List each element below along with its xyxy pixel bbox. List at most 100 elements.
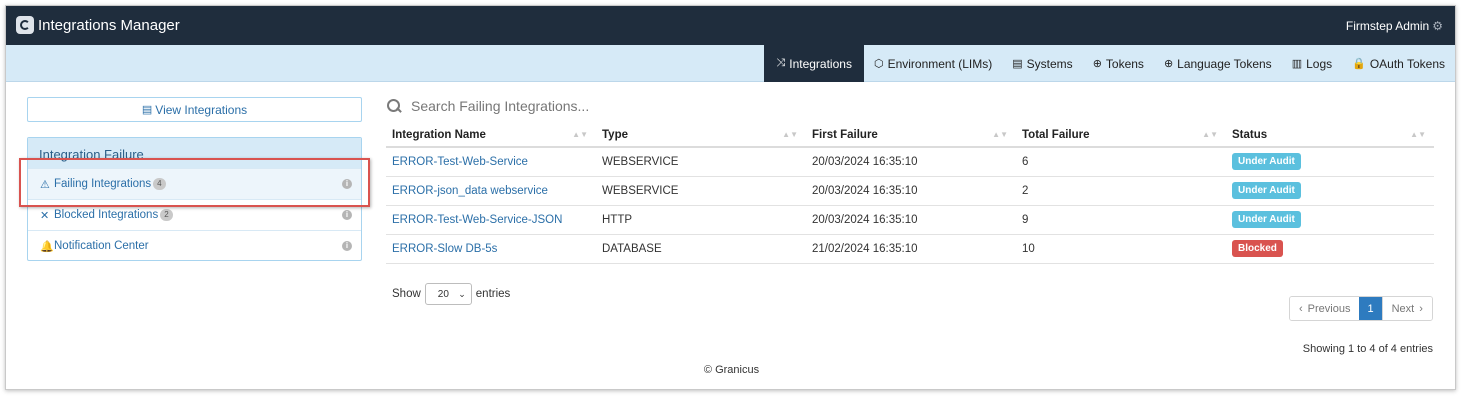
cube-icon: ⬡: [873, 58, 884, 70]
sidebar-item-notification-center[interactable]: 🔔 Notification Center i: [28, 230, 361, 260]
integration-link[interactable]: ERROR-Test-Web-Service: [392, 156, 528, 168]
nav-item-environment-lims[interactable]: ⬡ Environment (LIMs): [864, 45, 1002, 82]
column-header-total-failure[interactable]: Total Failure ▲▼: [1016, 124, 1226, 148]
lock-icon: 🔒: [1352, 58, 1366, 70]
total-cell: 10: [1016, 234, 1226, 264]
view-integrations-label: View Integrations: [155, 102, 248, 117]
pagination: ‹ Previous 1 Next ›: [1289, 296, 1433, 321]
count-badge: 4: [153, 178, 166, 190]
integration-name-cell: ERROR-Test-Web-Service-JSON: [386, 205, 596, 235]
sort-icon[interactable]: ▲▼: [782, 130, 798, 139]
column-header-label: First Failure: [812, 129, 878, 141]
bell-icon: 🔔: [40, 240, 54, 253]
nav-item-label: Language Tokens: [1177, 56, 1272, 71]
table-row: ERROR-json_data webservice WEBSERVICE 20/0…: [386, 176, 1434, 206]
type-cell: HTTP: [596, 205, 806, 235]
nav-item-label: Integrations: [789, 56, 852, 71]
column-header-type[interactable]: Type ▲▼: [596, 124, 806, 148]
page-length-select[interactable]: 20 ⌄: [424, 283, 472, 305]
first-failure-cell: 20/03/2024 16:35:10: [806, 147, 1016, 177]
integration-name-cell: ERROR-json_data webservice: [386, 176, 596, 206]
nav-item-language-tokens[interactable]: ⊕ Language Tokens: [1154, 45, 1282, 82]
nav-item-label: Systems: [1026, 56, 1073, 71]
total-cell: 6: [1016, 147, 1226, 177]
granicus-logo-icon: [16, 16, 34, 34]
sidebar-item-failing-integrations[interactable]: ⚠ Failing Integrations 4 i: [28, 168, 361, 199]
nav-item-oauth-tokens[interactable]: 🔒 OAuth Tokens: [1342, 45, 1455, 82]
info-icon[interactable]: i: [342, 241, 352, 251]
first-failure-cell: 20/03/2024 16:35:10: [806, 205, 1016, 235]
type-cell: WEBSERVICE: [596, 176, 806, 206]
status-badge: Blocked: [1232, 240, 1283, 257]
sidebar-item-label: Failing Integrations: [54, 178, 152, 190]
footer-copyright: © Granicus: [703, 364, 760, 376]
chevron-left-icon: ‹: [1299, 302, 1303, 315]
total-cell: 2: [1016, 176, 1226, 206]
sidebar-item-label: Notification Center: [54, 240, 149, 252]
column-header-label: Total Failure: [1022, 129, 1090, 141]
nav-item-systems[interactable]: ▤ Systems: [1002, 45, 1082, 82]
bar-chart-icon: ▥: [1291, 58, 1303, 70]
next-button[interactable]: Next ›: [1381, 297, 1432, 320]
shuffle-icon: ⤨: [776, 57, 786, 69]
column-header-first-failure[interactable]: First Failure ▲▼: [806, 124, 1016, 148]
failing-integrations-table: Integration Name ▲▼ Type ▲▼ First Failure ▲▼ T…: [386, 124, 1434, 264]
sort-icon[interactable]: ▲▼: [1202, 130, 1218, 139]
integration-link[interactable]: ERROR-json_data webservice: [392, 185, 548, 197]
nav-item-label: Environment (LIMs): [887, 56, 993, 71]
first-failure-cell: 21/02/2024 16:35:10: [806, 234, 1016, 264]
info-icon[interactable]: i: [342, 179, 352, 189]
globe-icon: ⊕: [1163, 58, 1174, 70]
nav-item-integrations[interactable]: ⤨ Integrations: [764, 45, 864, 82]
warning-icon: ⚠: [40, 178, 50, 191]
show-label: Show: [392, 288, 421, 300]
column-header-status[interactable]: Status ▲▼: [1226, 124, 1434, 148]
sort-icon[interactable]: ▲▼: [572, 130, 588, 139]
sidebar-item-blocked-integrations[interactable]: ✕ Blocked Integrations 2 i: [28, 199, 361, 230]
chevron-right-icon: ›: [1419, 302, 1423, 315]
integration-link[interactable]: ERROR-Slow DB-5s: [392, 243, 497, 255]
type-cell: DATABASE: [596, 234, 806, 264]
brand[interactable]: Integrations Manager: [16, 16, 180, 34]
nav-item-logs[interactable]: ▥ Logs: [1282, 45, 1342, 82]
nav-item-tokens[interactable]: ⊕ Tokens: [1083, 45, 1154, 82]
app-title: Integrations Manager: [38, 16, 180, 34]
integration-name-cell: ERROR-Slow DB-5s: [386, 234, 596, 264]
user-menu[interactable]: Firmstep Admin ⚙: [1346, 19, 1443, 33]
column-header-integration-name[interactable]: Integration Name ▲▼: [386, 124, 596, 148]
user-name: Firmstep Admin: [1345, 19, 1430, 33]
nav-item-label: Logs: [1306, 56, 1333, 71]
page-1-button[interactable]: 1: [1359, 297, 1382, 320]
entries-label: entries: [475, 288, 511, 300]
first-failure-cell: 20/03/2024 16:35:10: [806, 176, 1016, 206]
nav-item-label: OAuth Tokens: [1369, 56, 1445, 71]
app-window: Integrations Manager Firmstep Admin ⚙ ⤨ I…: [5, 5, 1456, 390]
column-header-label: Integration Name: [392, 129, 486, 141]
status-badge: Under Audit: [1232, 182, 1301, 199]
sidebar-item-label: Blocked Integrations: [54, 209, 159, 221]
main-nav: ⤨ Integrations ⬡ Environment (LIMs) ▤ Systems…: [764, 45, 1455, 82]
column-header-label: Status: [1232, 129, 1268, 141]
table-info: Showing 1 to 4 of 4 entries: [1302, 343, 1433, 355]
total-cell: 9: [1016, 205, 1226, 235]
column-header-label: Type: [602, 129, 628, 141]
search-icon: [386, 98, 402, 114]
table-row: ERROR-Test-Web-Service WEBSERVICE 20/03/20…: [386, 147, 1434, 177]
page-length-value: 20: [437, 288, 449, 300]
integration-link[interactable]: ERROR-Test-Web-Service-JSON: [392, 214, 562, 226]
search-bar: [386, 98, 811, 114]
nav-bar: ⤨ Integrations ⬡ Environment (LIMs) ▤ Systems…: [6, 45, 1455, 82]
status-cell: Under Audit: [1226, 205, 1434, 235]
search-input[interactable]: [411, 98, 811, 114]
status-cell: Under Audit: [1226, 147, 1434, 177]
table-row: ERROR-Slow DB-5s DATABASE 21/02/2024 16:35…: [386, 234, 1434, 264]
integration-name-cell: ERROR-Test-Web-Service: [386, 147, 596, 177]
gear-icon: ⚙: [1432, 19, 1443, 33]
status-cell: Blocked: [1226, 234, 1434, 264]
database-icon: ▤: [1012, 58, 1023, 70]
sort-icon[interactable]: ▲▼: [1410, 130, 1426, 139]
view-integrations-button[interactable]: ▤ View Integrations: [27, 97, 362, 122]
sort-icon[interactable]: ▲▼: [992, 130, 1008, 139]
info-icon[interactable]: i: [342, 210, 352, 220]
previous-button[interactable]: ‹ Previous: [1290, 297, 1360, 320]
